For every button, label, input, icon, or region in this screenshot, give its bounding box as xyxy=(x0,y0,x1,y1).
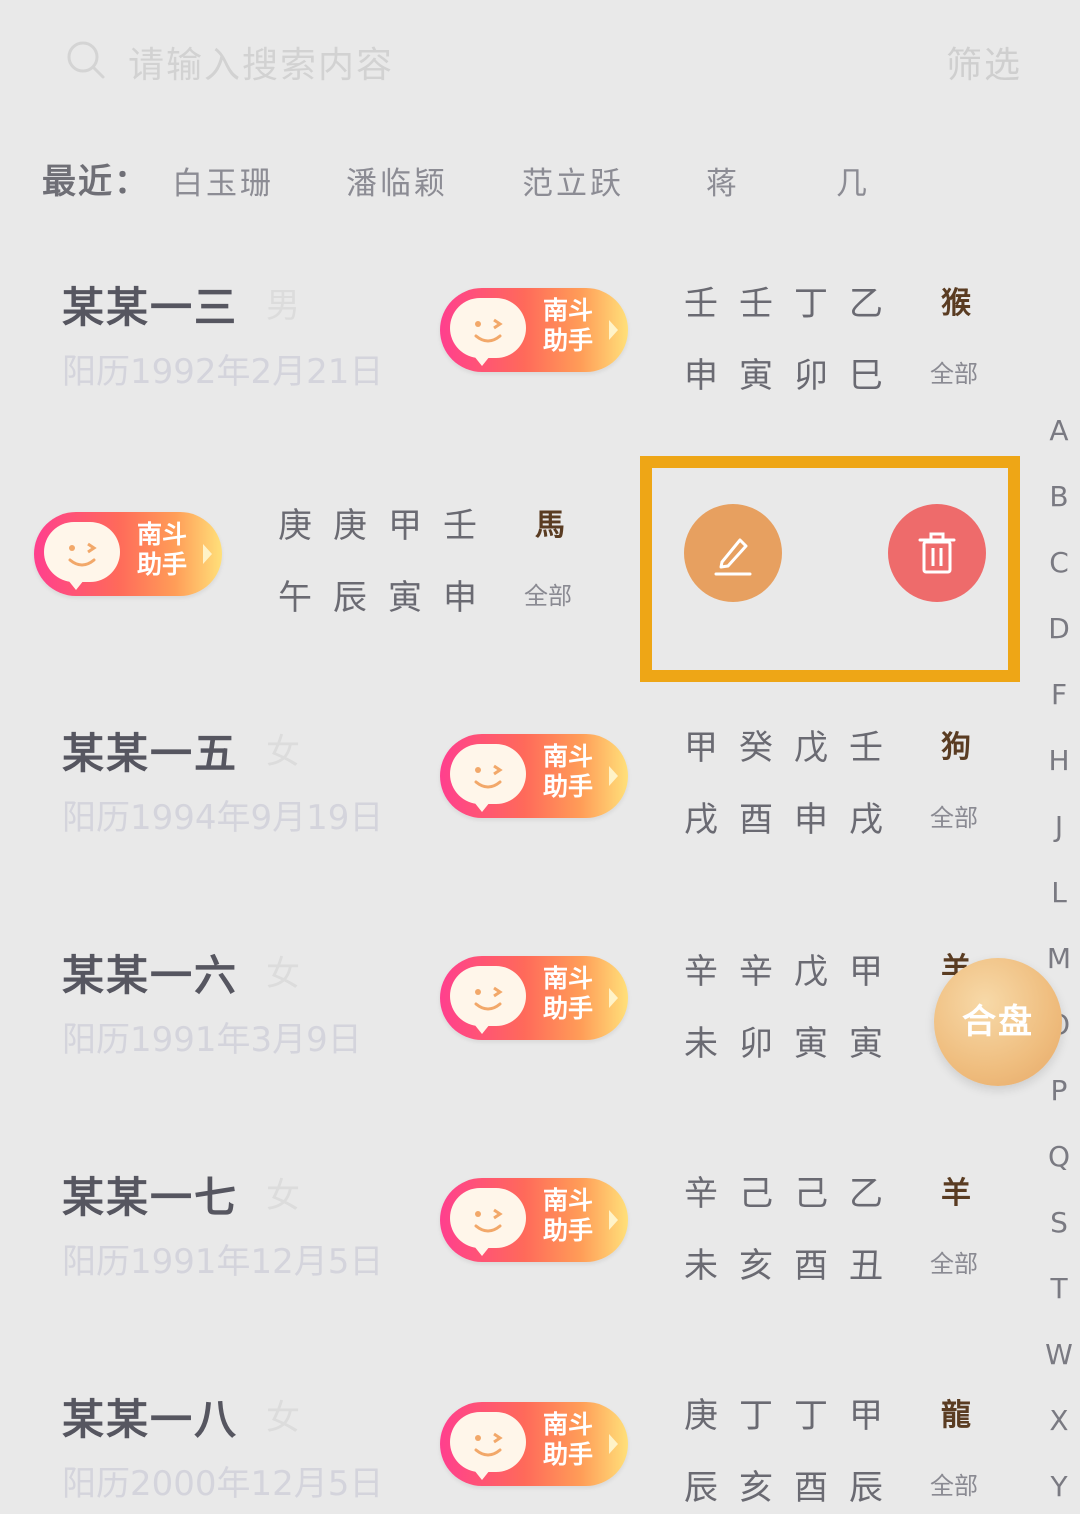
all-link[interactable]: 全部 xyxy=(930,1244,978,1279)
index-letter[interactable]: F xyxy=(1044,678,1074,711)
record-gender: 女 xyxy=(266,1398,300,1438)
bazi-pillars: 辛己己乙 未亥酉丑 xyxy=(684,1174,883,1286)
all-link[interactable]: 全部 xyxy=(524,576,572,611)
all-link[interactable]: 全部 xyxy=(930,798,978,833)
index-letter[interactable]: A xyxy=(1044,414,1074,447)
nandou-assistant-button[interactable]: 南斗 助手 xyxy=(34,512,222,596)
merge-chart-button[interactable]: 合盘 xyxy=(934,958,1062,1086)
recent-item[interactable]: 潘临颖 xyxy=(346,158,448,203)
chevron-right-icon xyxy=(609,1434,618,1454)
record-gender: 女 xyxy=(266,954,300,994)
zodiac-icon: 龍 xyxy=(941,1398,971,1433)
record-date: 阳历2000年12月5日 xyxy=(62,1464,384,1504)
smiley-icon xyxy=(450,966,526,1034)
chevron-right-icon xyxy=(609,320,618,340)
index-letter[interactable]: L xyxy=(1044,876,1074,909)
badge-label: 南斗 助手 xyxy=(542,1410,593,1469)
index-letter[interactable]: W xyxy=(1044,1338,1074,1371)
smiley-icon xyxy=(44,522,120,590)
search-icon xyxy=(67,41,105,79)
index-letter[interactable]: C xyxy=(1044,546,1074,579)
badge-label: 南斗 助手 xyxy=(542,1186,593,1245)
zodiac-icon: 猴 xyxy=(941,286,971,321)
zodiac-icon: 馬 xyxy=(535,508,565,543)
recent-item[interactable]: 几 xyxy=(836,158,870,203)
nandou-assistant-button[interactable]: 南斗 助手 xyxy=(440,288,628,372)
bazi-pillars: 辛辛戊甲 未卯寅寅 xyxy=(684,952,883,1064)
index-letter[interactable]: M xyxy=(1044,942,1074,975)
recent-label: 最近： xyxy=(42,162,150,202)
record-date: 阳历1994年9月19日 xyxy=(62,798,384,838)
record-date: 阳历1991年3月9日 xyxy=(62,1020,362,1060)
badge-label: 南斗 助手 xyxy=(136,520,187,579)
nandou-assistant-button[interactable]: 南斗 助手 xyxy=(440,1178,628,1262)
filter-button[interactable]: 筛选 xyxy=(946,36,1022,88)
chevron-right-icon xyxy=(609,766,618,786)
delete-button[interactable] xyxy=(888,504,986,602)
nandou-assistant-button[interactable]: 南斗 助手 xyxy=(440,956,628,1040)
pencil-icon xyxy=(714,538,752,576)
index-letter[interactable]: S xyxy=(1044,1206,1074,1239)
record-gender: 女 xyxy=(266,732,300,772)
smiley-icon xyxy=(450,298,526,366)
record-gender: 男 xyxy=(266,286,300,326)
search-input[interactable]: 请输入搜索内容 xyxy=(128,36,394,88)
chevron-right-icon xyxy=(609,988,618,1008)
smiley-icon xyxy=(450,1188,526,1256)
smiley-icon xyxy=(450,744,526,812)
index-letter[interactable]: H xyxy=(1044,744,1074,777)
smiley-icon xyxy=(450,1412,526,1480)
record-gender: 女 xyxy=(266,1176,300,1216)
bazi-pillars: 甲癸戊壬 戌酉申戌 xyxy=(684,728,883,840)
record-name: 某某一八 xyxy=(62,1395,239,1444)
chevron-right-icon xyxy=(203,544,212,564)
recent-item[interactable]: 蒋 xyxy=(706,158,740,203)
record-name: 某某一六 xyxy=(62,951,239,1000)
nandou-assistant-button[interactable]: 南斗 助手 xyxy=(440,734,628,818)
all-link[interactable]: 全部 xyxy=(930,354,978,389)
record-date: 阳历1991年12月5日 xyxy=(62,1242,384,1282)
bazi-pillars: 庚丁丁甲 辰亥酉辰 xyxy=(684,1396,883,1508)
search-bar[interactable]: 请输入搜索内容 筛选 xyxy=(0,0,1080,120)
index-letter[interactable]: D xyxy=(1044,612,1074,645)
bazi-pillars: 壬壬丁乙 申寅卯巳 xyxy=(684,284,883,396)
chevron-right-icon xyxy=(609,1210,618,1230)
recent-item[interactable]: 白玉珊 xyxy=(172,158,274,203)
recent-item[interactable]: 范立跃 xyxy=(522,158,624,203)
index-letter[interactable]: X xyxy=(1044,1404,1074,1437)
index-letter[interactable]: Q xyxy=(1044,1140,1074,1173)
index-letter[interactable]: B xyxy=(1044,480,1074,513)
index-letter[interactable]: J xyxy=(1044,810,1074,843)
trash-icon xyxy=(918,532,956,574)
record-name: 某某一三 xyxy=(62,283,239,332)
all-link[interactable]: 全部 xyxy=(930,1466,978,1501)
badge-label: 南斗 助手 xyxy=(542,964,593,1023)
badge-label: 南斗 助手 xyxy=(542,296,593,355)
index-letter[interactable]: Y xyxy=(1044,1470,1074,1503)
badge-label: 南斗 助手 xyxy=(542,742,593,801)
nandou-assistant-button[interactable]: 南斗 助手 xyxy=(440,1402,628,1486)
index-letter[interactable]: T xyxy=(1044,1272,1074,1305)
index-letter[interactable]: P xyxy=(1044,1074,1074,1107)
record-name: 某某一五 xyxy=(62,729,239,778)
zodiac-icon: 羊 xyxy=(941,1176,971,1211)
zodiac-icon: 狗 xyxy=(941,730,971,765)
record-name: 某某一七 xyxy=(62,1173,239,1222)
bazi-pillars: 庚庚甲壬 午辰寅申 xyxy=(278,506,477,618)
record-date: 阳历1992年2月21日 xyxy=(62,352,384,392)
edit-button[interactable] xyxy=(684,504,782,602)
